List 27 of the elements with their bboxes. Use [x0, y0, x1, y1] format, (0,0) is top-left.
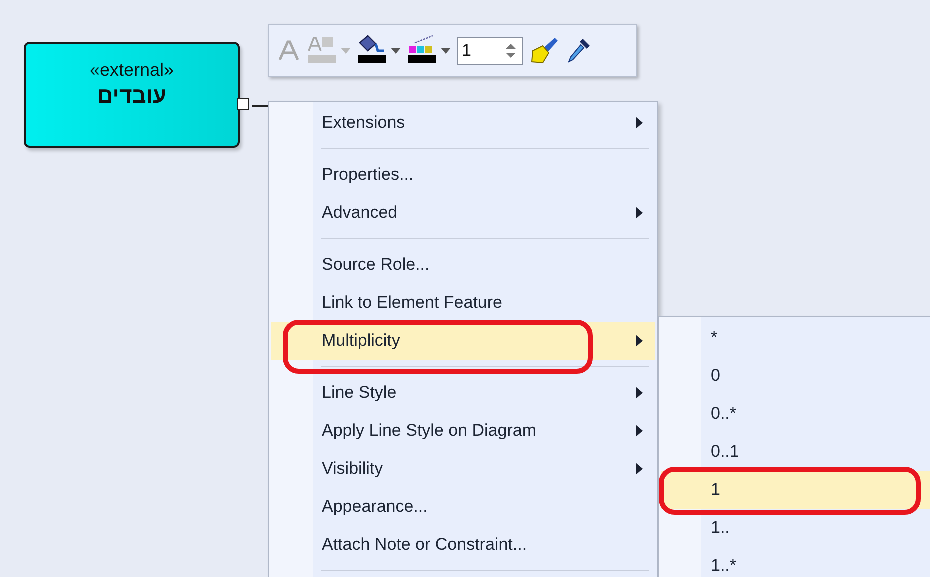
menu-item[interactable]: *	[661, 319, 930, 357]
menu-item[interactable]: 0	[661, 357, 930, 395]
menu-item[interactable]: Attach Note or Constraint...	[271, 526, 655, 564]
menu-item[interactable]: 1..	[661, 509, 930, 547]
menu-item[interactable]: Visibility	[271, 450, 655, 488]
menu-item[interactable]: 0..*	[661, 395, 930, 433]
menu-item[interactable]: Appearance...	[271, 488, 655, 526]
caret-icon[interactable]	[391, 48, 401, 54]
element-name: עובדים	[97, 83, 167, 109]
connector-handle[interactable]	[237, 98, 249, 110]
spin-arrows-icon[interactable]	[506, 42, 516, 58]
menu-item[interactable]: Extensions	[271, 104, 655, 142]
menu-item[interactable]: 0..1	[661, 433, 930, 471]
menu-item[interactable]: Apply Line Style on Diagram	[271, 412, 655, 450]
menu-item[interactable]: 1..*	[661, 547, 930, 577]
menu-item[interactable]: Link to Element Feature	[271, 284, 655, 322]
menu-item[interactable]: Line Style	[271, 374, 655, 412]
menu-item[interactable]: 1	[661, 471, 930, 509]
menu-item[interactable]: Advanced	[271, 194, 655, 232]
menu-item[interactable]: Source Role...	[271, 246, 655, 284]
menu-item[interactable]: Properties...	[271, 156, 655, 194]
caret-icon[interactable]	[441, 48, 451, 54]
line-width-spinner[interactable]: 1	[457, 36, 523, 64]
paint-brush-icon[interactable]	[529, 36, 559, 66]
menu-item[interactable]: Multiplicity	[271, 322, 655, 360]
connector-line	[252, 105, 268, 107]
element-stereotype: «external»	[90, 60, 174, 81]
